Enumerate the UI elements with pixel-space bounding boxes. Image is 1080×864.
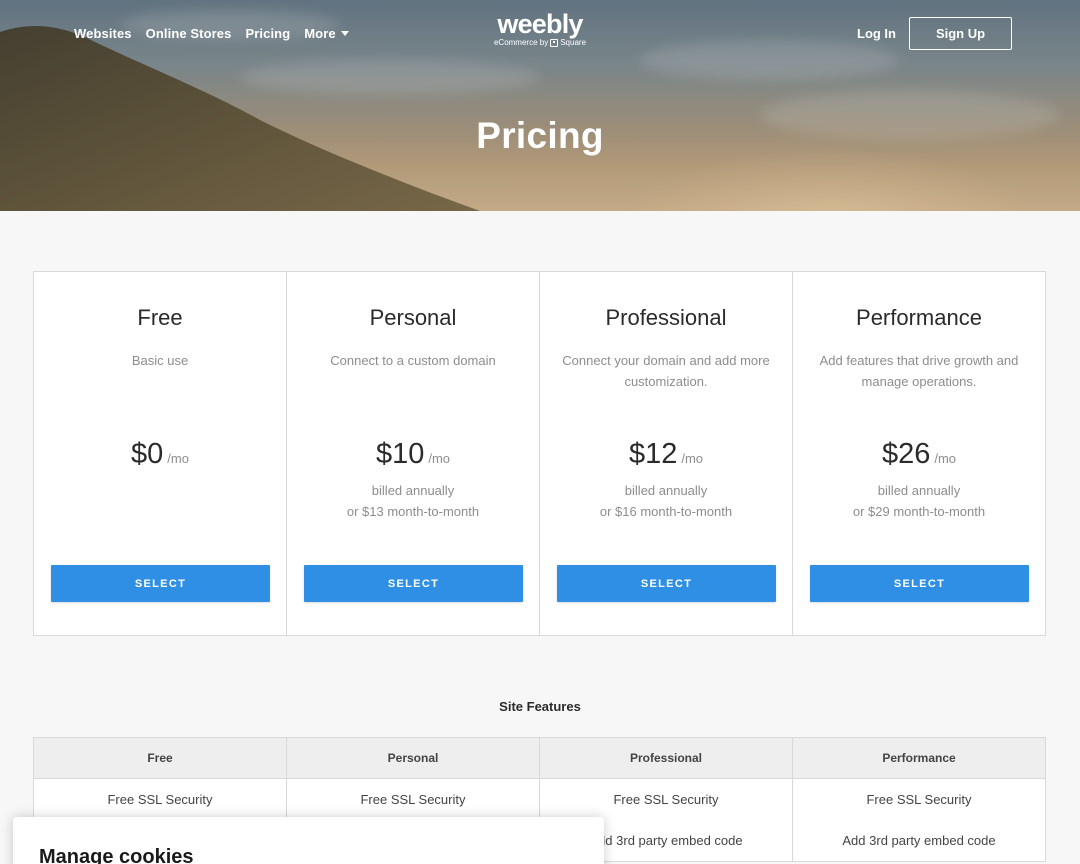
price-period: /mo bbox=[428, 451, 451, 466]
plan-name: Professional bbox=[605, 305, 727, 330]
select-professional-button[interactable]: SELECT bbox=[557, 565, 776, 602]
month-to-month-price: or $16 month-to-month bbox=[599, 504, 733, 519]
plan-card-performance: Performance Add features that drive grow… bbox=[793, 272, 1045, 635]
price-period: /mo bbox=[167, 451, 189, 466]
plan-price: $10 /mo bbox=[287, 438, 539, 471]
plan-card-free: Free Basic use $0 /mo SELECT bbox=[34, 272, 287, 635]
page-title: Pricing bbox=[476, 115, 604, 156]
site-features-title: Site Features bbox=[499, 699, 581, 714]
signup-button[interactable]: Sign Up bbox=[909, 17, 1012, 50]
select-free-button[interactable]: SELECT bbox=[51, 565, 270, 602]
nav-more[interactable]: More bbox=[304, 26, 349, 41]
plan-price: $12 /mo bbox=[540, 438, 792, 471]
logo-sub-brand: Square bbox=[560, 38, 587, 47]
plan-name: Personal bbox=[369, 305, 457, 330]
logo-subtitle: eCommerce by Square bbox=[486, 38, 594, 47]
square-logo-icon bbox=[550, 38, 559, 47]
price-amount: $10 bbox=[375, 438, 425, 470]
caret-down-icon bbox=[340, 31, 349, 36]
manage-cookies-dialog[interactable]: Manage cookies bbox=[13, 817, 604, 864]
column-header: Performance bbox=[793, 738, 1045, 779]
month-to-month-price: or $29 month-to-month bbox=[852, 504, 986, 519]
login-link[interactable]: Log In bbox=[857, 26, 896, 41]
billed-annually: billed annually bbox=[877, 483, 961, 498]
table-row: Free SSL Security Free SSL Security Free… bbox=[34, 779, 1045, 820]
plan-name: Free bbox=[137, 305, 183, 330]
month-to-month-price: or $13 month-to-month bbox=[346, 504, 480, 519]
billing-note: billed annually or $16 month-to-month bbox=[540, 480, 792, 522]
table-cell: Free SSL Security bbox=[34, 779, 287, 820]
column-header: Professional bbox=[540, 738, 793, 779]
table-cell: Free SSL Security bbox=[540, 779, 793, 820]
column-header: Free bbox=[34, 738, 287, 779]
plan-description: Add features that drive growth and manag… bbox=[819, 353, 1019, 389]
billing-note: billed annually or $13 month-to-month bbox=[287, 480, 539, 522]
nav-more-label: More bbox=[304, 26, 336, 41]
plan-description: Basic use bbox=[131, 353, 189, 368]
column-header: Personal bbox=[287, 738, 540, 779]
billed-annually: billed annually bbox=[371, 483, 455, 498]
nav-online-stores[interactable]: Online Stores bbox=[146, 26, 232, 41]
price-period: /mo bbox=[681, 451, 704, 466]
billing-note: billed annually or $29 month-to-month bbox=[793, 480, 1045, 522]
plan-card-personal: Personal Connect to a custom domain $10 … bbox=[287, 272, 540, 635]
logo-wordmark: weebly bbox=[497, 9, 583, 39]
plan-name: Performance bbox=[856, 305, 982, 330]
nav-websites[interactable]: Websites bbox=[74, 26, 132, 41]
select-performance-button[interactable]: SELECT bbox=[810, 565, 1029, 602]
table-cell: Free SSL Security bbox=[287, 779, 540, 820]
nav-pricing[interactable]: Pricing bbox=[245, 26, 290, 41]
billed-annually: billed annually bbox=[624, 483, 708, 498]
price-period: /mo bbox=[934, 451, 957, 466]
plan-price: $26 /mo bbox=[793, 438, 1045, 471]
plan-price: $0 /mo bbox=[34, 438, 286, 471]
weebly-logo[interactable]: weebly eCommerce by Square bbox=[486, 9, 594, 47]
price-amount: $26 bbox=[881, 438, 931, 470]
main-nav: Websites Online Stores Pricing More bbox=[74, 26, 349, 41]
price-amount: $0 bbox=[131, 438, 164, 470]
table-cell: Free SSL Security bbox=[866, 792, 972, 807]
plan-card-professional: Professional Connect your domain and add… bbox=[540, 272, 793, 635]
logo-sub-prefix: eCommerce by bbox=[493, 38, 549, 47]
select-personal-button[interactable]: SELECT bbox=[304, 565, 523, 602]
table-cell: Add 3rd party embed code bbox=[842, 833, 996, 848]
pricing-plans: Free Basic use $0 /mo SELECT Personal Co… bbox=[33, 271, 1046, 636]
table-header-row: Free Personal Professional Performance bbox=[34, 738, 1045, 779]
price-amount: $12 bbox=[628, 438, 678, 470]
plan-description: Connect your domain and add more customi… bbox=[562, 353, 770, 389]
cookies-title: Manage cookies bbox=[39, 846, 194, 864]
plan-description: Connect to a custom domain bbox=[330, 353, 496, 368]
